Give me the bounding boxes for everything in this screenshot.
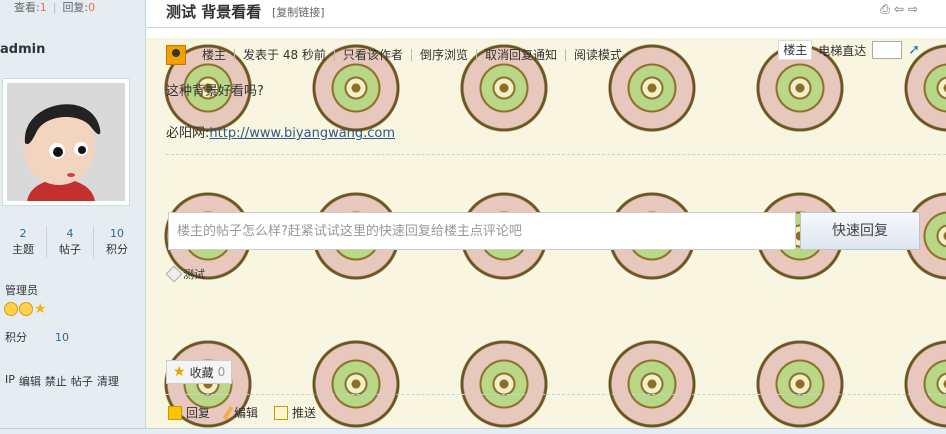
smiley-icon	[4, 302, 18, 316]
favorite-button[interactable]: ★ 收藏 0	[166, 360, 233, 384]
rank-icons: ★	[4, 302, 47, 316]
push-icon	[274, 405, 289, 420]
jump-icon[interactable]: ➚	[908, 42, 920, 58]
quick-reply-input[interactable]: 楼主的帖子怎么样?赶紧试试这里的快速回复给楼主点评论吧	[168, 212, 796, 250]
post-actions: 回复 编辑 推送	[168, 404, 316, 421]
score-label: 积分	[5, 331, 27, 344]
replies-label: 回复:	[62, 1, 89, 14]
reply-action[interactable]: 回复	[168, 404, 210, 421]
admin-link-edit[interactable]: 编辑	[19, 373, 41, 389]
score-row: 积分 10	[5, 329, 69, 345]
push-action[interactable]: 推送	[274, 404, 316, 421]
owner-label: 楼主	[194, 49, 236, 61]
thread-title: 测试 背景看看	[166, 3, 262, 21]
user-role[interactable]: 管理员	[5, 282, 38, 298]
author-counts: 2 主题 4 帖子 10 积分	[0, 226, 140, 258]
thread-stats: 查看:1 | 回复:0	[14, 1, 96, 14]
post-link-prefix: 必阳网:	[166, 126, 210, 141]
topics-count[interactable]: 2 主题	[0, 226, 47, 258]
smiley-icon	[19, 302, 33, 316]
title-tools: ⎙ ⇦ ⇨	[880, 2, 918, 17]
posted-time: 发表于 48 秒前	[235, 49, 335, 61]
next-arrow-icon[interactable]: ⇨	[908, 2, 918, 17]
edit-icon	[222, 405, 234, 420]
print-icon[interactable]: ⎙	[880, 2, 890, 17]
admin-link-clean[interactable]: 清理	[97, 373, 119, 389]
quick-reply-button[interactable]: 快速回复	[800, 212, 920, 250]
admin-links: IP 编辑 禁止 帖子 清理	[5, 373, 119, 389]
author-sidebar: 查看:1 | 回复:0 admin 2 主题 4 帖子 10 积分 管理员 ★ 积分 10 …	[0, 0, 146, 434]
favorite-label: 收藏	[189, 365, 214, 380]
reply-icon	[168, 405, 182, 420]
admin-link-posts[interactable]: 帖子	[71, 373, 93, 389]
avatar-illustration	[7, 83, 125, 201]
user-icon	[166, 45, 186, 65]
edit-action[interactable]: 编辑	[222, 404, 258, 421]
post-text: 这种背景好看吗?	[166, 84, 264, 99]
post-body: 楼主 发表于 48 秒前 只看该作者 倒序浏览 取消回复通知 阅读模式 楼主 电…	[146, 38, 946, 434]
posts-count[interactable]: 4 帖子	[47, 226, 94, 258]
reverse-order-link[interactable]: 倒序浏览	[412, 49, 477, 61]
avatar[interactable]	[2, 78, 130, 206]
views-label: 查看:	[14, 1, 40, 14]
elevator-label: 电梯直达	[818, 43, 867, 58]
floor-label: 楼主	[778, 40, 813, 60]
post-link-line: 必阳网:http://www.biyangwang.com	[166, 122, 395, 141]
post-author-bar: 楼主 发表于 48 秒前 只看该作者 倒序浏览 取消回复通知 阅读模式	[166, 42, 630, 68]
floor-tools: 楼主 电梯直达 ➚	[778, 40, 920, 60]
admin-link-ip[interactable]: IP	[5, 373, 15, 389]
views-count: 1	[39, 1, 47, 14]
avatar-image	[7, 83, 125, 201]
favorite-count: 0	[217, 365, 226, 379]
star-icon: ★	[173, 364, 186, 380]
divider	[166, 154, 946, 155]
cancel-notify-link[interactable]: 取消回复通知	[477, 49, 566, 61]
thread-title-bar: 测试 背景看看 [复制链接] ⎙ ⇦ ⇨	[146, 0, 946, 28]
read-mode-link[interactable]: 阅读模式	[566, 49, 630, 61]
tag-row: 测试	[165, 265, 205, 283]
elevator-input[interactable]	[872, 41, 903, 59]
tag-link[interactable]: 测试	[183, 266, 205, 282]
replies-count: 0	[88, 1, 96, 14]
score-value: 10	[55, 331, 69, 344]
author-name[interactable]: admin	[0, 42, 45, 57]
admin-link-ban[interactable]: 禁止	[45, 373, 67, 389]
star-rank-icon: ★	[34, 301, 47, 317]
post-link[interactable]: http://www.biyangwang.com	[209, 126, 395, 141]
page-bottom-bar	[0, 428, 946, 434]
tag-icon	[165, 265, 183, 283]
only-author-link[interactable]: 只看该作者	[335, 49, 412, 61]
copy-link[interactable]: [复制链接]	[272, 4, 325, 20]
divider	[166, 394, 946, 395]
credits-count[interactable]: 10 积分	[94, 226, 140, 258]
prev-arrow-icon[interactable]: ⇦	[894, 2, 904, 17]
